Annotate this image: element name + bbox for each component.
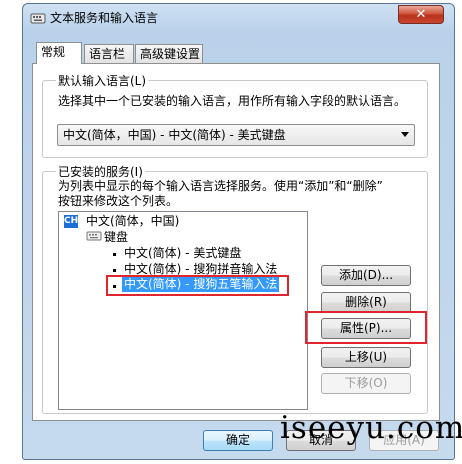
tree-node-language[interactable]: 中文(简体，中国) xyxy=(86,214,179,229)
keyboard-icon xyxy=(30,10,46,26)
tab-language-bar[interactable]: 语言栏 xyxy=(84,44,134,63)
default-language-select-value: 中文(简体，中国) - 中文(简体) - 美式键盘 xyxy=(63,128,286,142)
chevron-down-icon xyxy=(401,132,409,137)
default-language-description: 选择其中一个已安装的输入语言，用作所有输入字段的默认语言。 xyxy=(58,94,407,108)
bullet-icon xyxy=(113,253,116,256)
remove-button[interactable]: 删除(R) xyxy=(321,292,411,313)
move-down-button[interactable]: 下移(O) xyxy=(321,373,411,394)
default-language-group-title: 默认输入语言(L) xyxy=(56,72,149,89)
close-icon: ✕ xyxy=(415,7,427,22)
tab-advanced-label: 高级键设置 xyxy=(140,47,201,61)
close-button[interactable]: ✕ xyxy=(398,5,444,24)
tree-item-us-keyboard[interactable]: 中文(简体) - 美式键盘 xyxy=(124,246,241,261)
bullet-icon xyxy=(113,269,116,272)
tab-general-label: 常规 xyxy=(41,45,66,59)
installed-services-description-2: 按钮来修改这个列表。 xyxy=(58,194,179,208)
move-up-button[interactable]: 上移(U) xyxy=(321,347,411,368)
highlight-box-properties xyxy=(305,311,427,344)
watermark-text: iseeyu.com xyxy=(280,410,462,446)
language-ch-badge: CH xyxy=(64,215,79,228)
default-language-select[interactable]: 中文(简体，中国) - 中文(简体) - 美式键盘 xyxy=(57,124,415,146)
tab-language-bar-label: 语言栏 xyxy=(89,47,126,61)
add-button[interactable]: 添加(D)... xyxy=(321,265,411,286)
tab-general[interactable]: 常规 xyxy=(36,42,82,64)
tree-node-keyboard[interactable]: 键盘 xyxy=(104,230,128,245)
window-title: 文本服务和输入语言 xyxy=(50,11,159,25)
tab-advanced-key-settings[interactable]: 高级键设置 xyxy=(135,44,203,63)
ok-button[interactable]: 确定 xyxy=(203,430,273,451)
keyboard-category-icon xyxy=(86,229,102,243)
highlight-box-selected-item xyxy=(106,275,289,296)
